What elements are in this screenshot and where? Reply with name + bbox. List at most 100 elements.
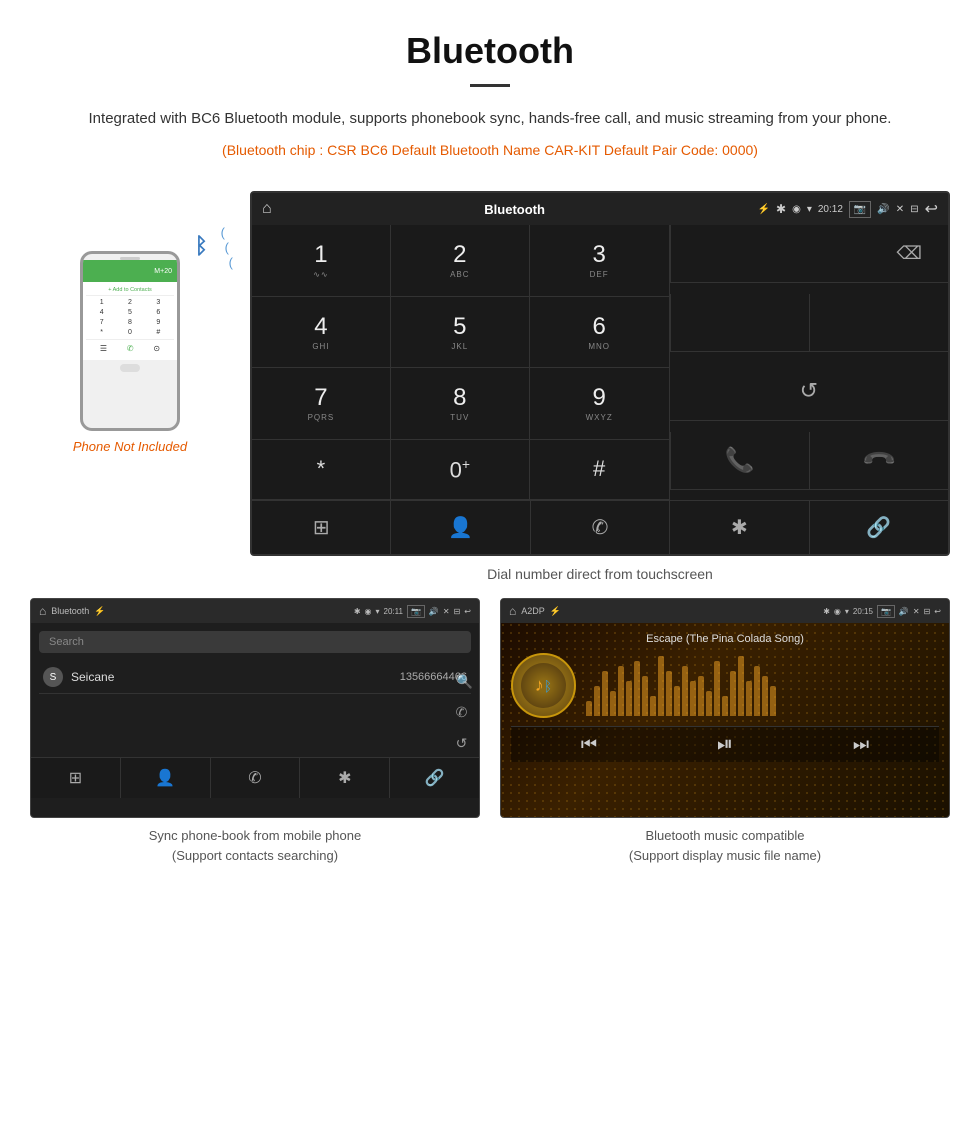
- empty-cell-1: [670, 294, 809, 352]
- close-icon[interactable]: ✕: [896, 204, 904, 215]
- pb-refresh-icon[interactable]: ↺: [456, 735, 473, 752]
- func-dialpad[interactable]: ⊞: [252, 501, 391, 554]
- pb-func-dialpad[interactable]: ⊞: [31, 758, 121, 798]
- dial-key-7[interactable]: 7PQRS: [252, 368, 391, 439]
- pb-contact-row[interactable]: S Seicane 13566664466: [39, 661, 471, 694]
- bluetooth-status-icon: ✱: [776, 202, 786, 216]
- music-split-icon[interactable]: ⊟: [924, 607, 931, 616]
- pb-statusbar: ⌂ Bluetooth ⚡ ✱ ◉ ▾ 20:11 📷 🔊 ✕ ⊟ ↩: [31, 599, 479, 623]
- pb-contact-avatar: S: [43, 667, 63, 687]
- music-note-icon: ♪: [535, 675, 544, 696]
- music-wifi-icon: ▾: [845, 607, 849, 616]
- dial-key-0[interactable]: 0+: [391, 440, 530, 501]
- music-close-icon[interactable]: ✕: [913, 607, 920, 616]
- music-album-art-inner: ♪ ᛒ: [521, 663, 566, 708]
- music-next-button[interactable]: ⏭: [853, 734, 869, 755]
- dial-key-4[interactable]: 4GHI: [252, 297, 391, 368]
- music-song-title: Escape (The Pina Colada Song): [646, 633, 804, 645]
- func-phone[interactable]: ✆: [531, 501, 670, 554]
- music-prev-button[interactable]: ⏮: [581, 734, 597, 755]
- back-icon[interactable]: ↩: [925, 199, 938, 219]
- dial-key-6[interactable]: 6MNO: [530, 297, 669, 368]
- pb-call-icon[interactable]: ✆: [456, 704, 473, 721]
- end-call-button[interactable]: 📞: [809, 432, 948, 490]
- pb-search-placeholder: Search: [49, 636, 84, 648]
- dial-key-2[interactable]: 2ABC: [391, 225, 530, 296]
- music-usb-icon: ⚡: [550, 606, 561, 617]
- music-equalizer: [586, 653, 939, 718]
- camera-icon[interactable]: 📷: [849, 201, 871, 218]
- pb-content-area: Search S Seicane 13566664466 🔍 ✆ ↺: [31, 623, 479, 798]
- phone-not-included-label: Phone Not Included: [73, 439, 187, 454]
- pb-right-icons: 🔍 ✆ ↺: [456, 673, 473, 752]
- dial-key-hash[interactable]: #: [530, 440, 669, 501]
- dial-key-3[interactable]: 3DEF: [530, 225, 669, 296]
- delete-button[interactable]: ⌫: [670, 225, 948, 283]
- dialpad-area: 1∿∿ 2ABC 3DEF 4GHI 5JKL 6MNO: [252, 225, 948, 500]
- dial-key-1[interactable]: 1∿∿: [252, 225, 391, 296]
- phonebook-caption: Sync phone-book from mobile phone(Suppor…: [30, 826, 480, 865]
- pb-split-icon[interactable]: ⊟: [454, 607, 461, 616]
- page-description: Integrated with BC6 Bluetooth module, su…: [60, 107, 920, 131]
- music-caption: Bluetooth music compatible(Support displ…: [500, 826, 950, 865]
- main-screen-caption: Dial number direct from touchscreen: [250, 566, 950, 582]
- func-bluetooth[interactable]: ✱: [670, 501, 809, 554]
- bluetooth-icon: ᛒ: [195, 233, 208, 259]
- pb-usb-icon: ⚡: [94, 606, 105, 617]
- pb-close-icon[interactable]: ✕: [443, 607, 450, 616]
- car-screen: ⌂ Bluetooth ⚡ ✱ ◉ ▾ 20:12 📷 🔊 ✕ ⊟ ↩: [250, 191, 950, 556]
- page-title: Bluetooth: [60, 30, 920, 72]
- phonebook-screen: ⌂ Bluetooth ⚡ ✱ ◉ ▾ 20:11 📷 🔊 ✕ ⊟ ↩: [30, 598, 480, 818]
- usb-icon: ⚡: [758, 204, 770, 215]
- pb-statusbar-left: ⌂ Bluetooth ⚡: [39, 604, 106, 618]
- phonebook-content: Search S Seicane 13566664466: [31, 623, 479, 702]
- bottom-row: ⌂ Bluetooth ⚡ ✱ ◉ ▾ 20:11 📷 🔊 ✕ ⊟ ↩: [0, 598, 980, 865]
- pb-func-link[interactable]: 🔗: [390, 758, 479, 798]
- pb-home-icon[interactable]: ⌂: [39, 604, 46, 618]
- func-link[interactable]: 🔗: [810, 501, 948, 554]
- music-playpause-button[interactable]: ⏯: [717, 733, 733, 756]
- statusbar-right: ⚡ ✱ ◉ ▾ 20:12 📷 🔊 ✕ ⊟ ↩: [758, 199, 938, 219]
- music-cam-icon[interactable]: 📷: [877, 605, 895, 618]
- page-header: Bluetooth Integrated with BC6 Bluetooth …: [0, 0, 980, 181]
- phone-home-button: [120, 364, 140, 372]
- pb-contact-name: Seicane: [71, 670, 114, 684]
- function-bar: ⊞ 👤 ✆ ✱ 🔗: [252, 500, 948, 554]
- pb-search-bar[interactable]: Search: [39, 631, 471, 653]
- phone-bottom-bar: ☰ ✆ ⊙: [86, 339, 174, 357]
- volume-icon[interactable]: 🔊: [877, 204, 889, 215]
- phone-illustration: ( ( ( ᛒ M+20 + Add to Contacts 123 456 7…: [70, 251, 190, 431]
- call-button[interactable]: 📞: [670, 432, 809, 490]
- pb-cam-icon[interactable]: 📷: [407, 605, 425, 618]
- screen-statusbar: ⌂ Bluetooth ⚡ ✱ ◉ ▾ 20:12 📷 🔊 ✕ ⊟ ↩: [252, 193, 948, 225]
- dial-key-8[interactable]: 8TUV: [391, 368, 530, 439]
- music-bt-icon: ✱: [823, 607, 830, 616]
- dialpad-right: ⌫ ↺ 📞 📞: [670, 225, 948, 500]
- music-controls: ⏮ ⏯ ⏭: [511, 726, 939, 762]
- pb-function-bar: ⊞ 👤 ✆ ✱ 🔗: [31, 757, 479, 798]
- music-statusbar-right: ✱ ◉ ▾ 20:15 📷 🔊 ✕ ⊟ ↩: [823, 605, 941, 618]
- status-time: 20:12: [818, 204, 843, 215]
- empty-cell-2: [809, 294, 948, 352]
- phone-body: M+20 + Add to Contacts 123 456 789 *0# ☰…: [80, 251, 180, 431]
- split-icon[interactable]: ⊟: [910, 204, 918, 215]
- dial-key-5[interactable]: 5JKL: [391, 297, 530, 368]
- music-statusbar-left: ⌂ A2DP ⚡: [509, 604, 561, 618]
- pb-vol-icon[interactable]: 🔊: [429, 607, 439, 616]
- pb-func-bluetooth[interactable]: ✱: [300, 758, 390, 798]
- phone-dialpad: 123 456 789 *0#: [86, 296, 174, 339]
- wifi-icon: ▾: [807, 204, 812, 215]
- music-home-icon[interactable]: ⌂: [509, 604, 516, 618]
- pb-back-icon[interactable]: ↩: [464, 607, 471, 616]
- music-vol-icon[interactable]: 🔊: [899, 607, 909, 616]
- dial-key-star[interactable]: *: [252, 440, 391, 501]
- pb-func-phone[interactable]: ✆: [211, 758, 301, 798]
- func-contacts[interactable]: 👤: [391, 501, 530, 554]
- pb-statusbar-right: ✱ ◉ ▾ 20:11 📷 🔊 ✕ ⊟ ↩: [354, 605, 471, 618]
- dial-key-9[interactable]: 9WXYZ: [530, 368, 669, 439]
- home-icon[interactable]: ⌂: [262, 200, 272, 218]
- pb-search-icon[interactable]: 🔍: [456, 673, 473, 690]
- music-back-icon[interactable]: ↩: [934, 607, 941, 616]
- redial-button[interactable]: ↺: [670, 363, 948, 421]
- pb-func-contacts[interactable]: 👤: [121, 758, 211, 798]
